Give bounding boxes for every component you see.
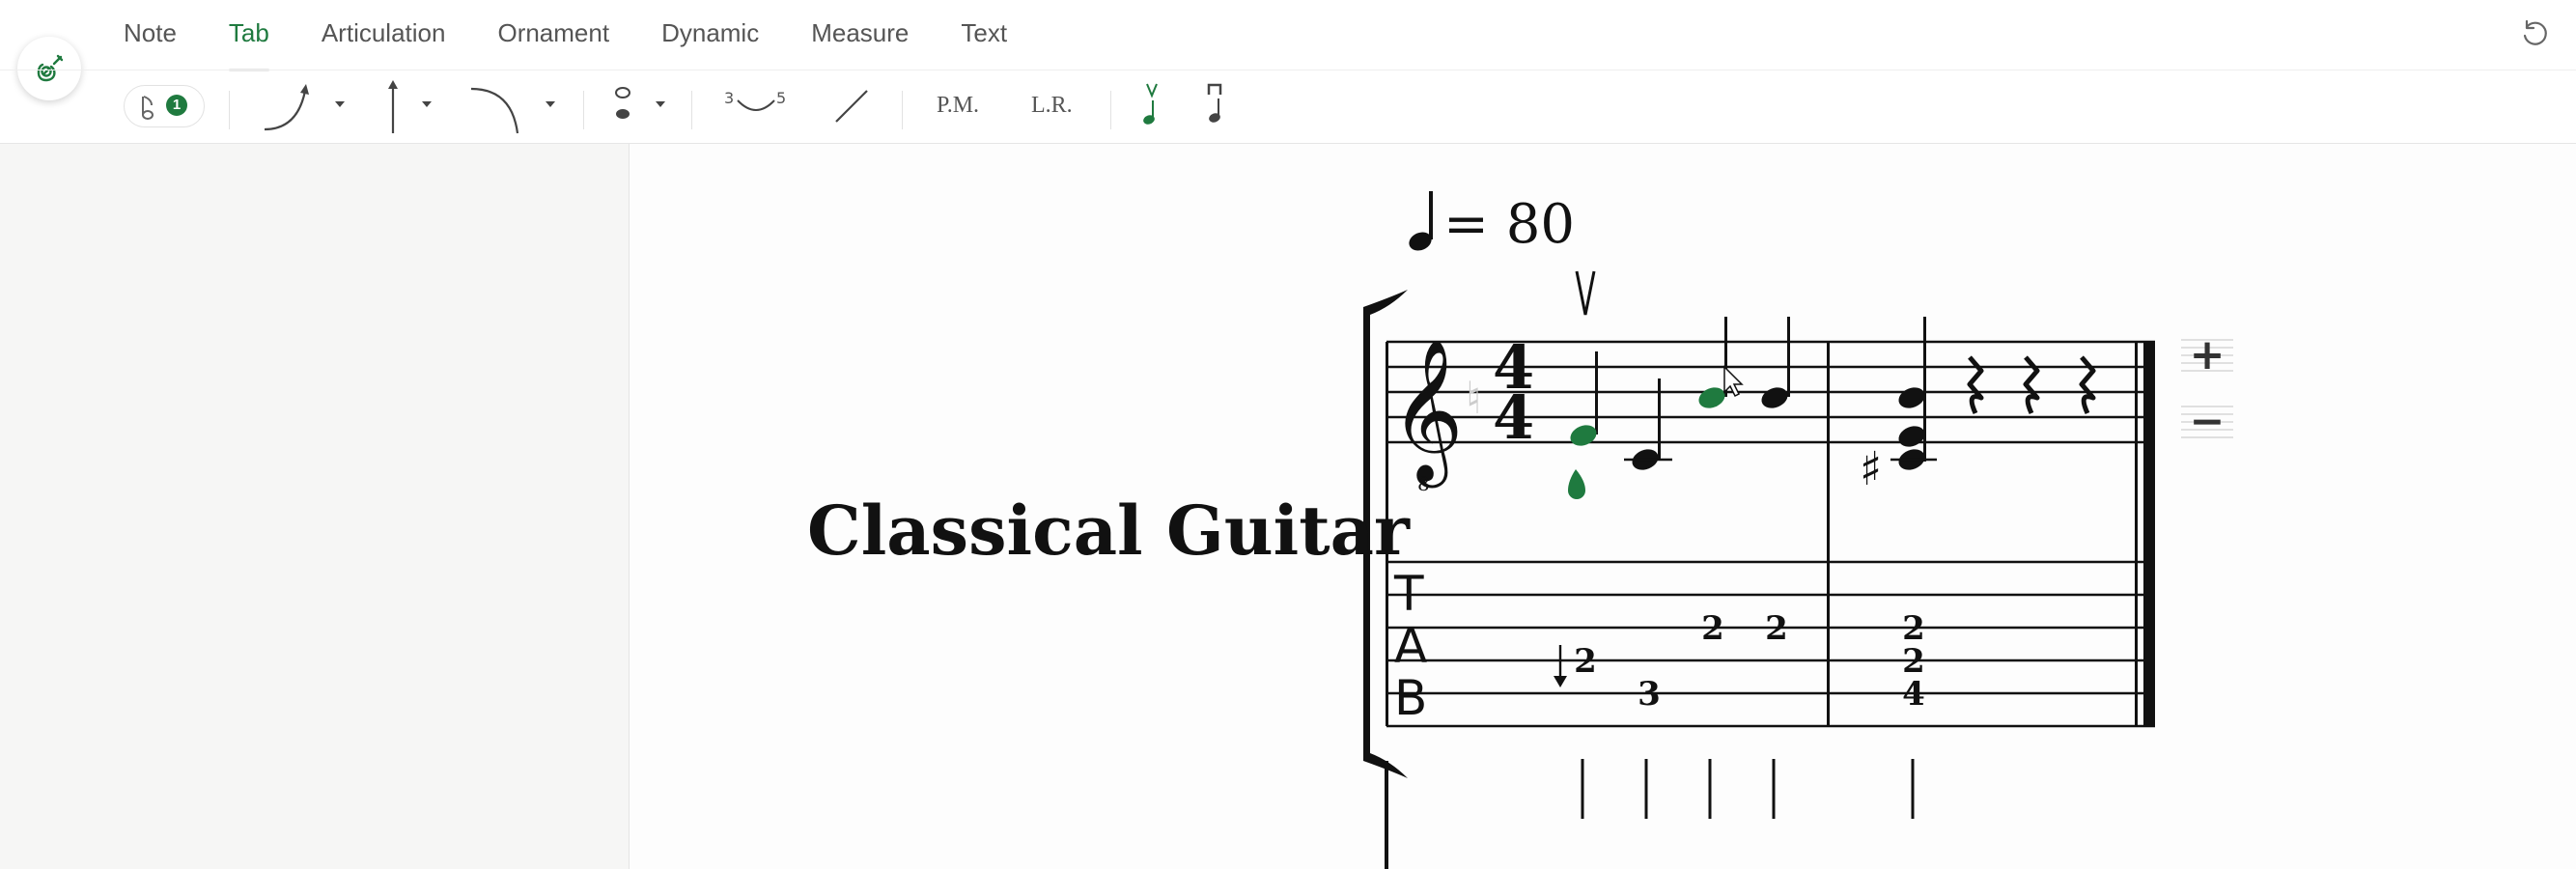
- tab-fret-m1-n2[interactable]: 3: [1638, 675, 1661, 714]
- measure-1-notes: [1568, 317, 1790, 499]
- tab-measure[interactable]: Measure: [811, 11, 909, 56]
- tab-fret-m1-n4[interactable]: 2: [1765, 609, 1788, 648]
- measure-2-chord: ♯: [1860, 317, 1937, 496]
- tab-clef: T A B: [1393, 566, 1427, 726]
- tab-text[interactable]: Text: [961, 11, 1007, 56]
- toolbar-separator: [1110, 91, 1111, 129]
- time-signature: 4 4: [1493, 332, 1534, 453]
- chevron-down-icon[interactable]: [653, 98, 668, 110]
- release-curve-icon[interactable]: [467, 79, 523, 137]
- add-staff-button[interactable]: +: [2179, 330, 2235, 379]
- clef-octave-mark: 8: [1417, 472, 1430, 495]
- harmonic-note-icon[interactable]: [610, 83, 635, 129]
- natural-icon: ♮: [1466, 372, 1481, 424]
- bend-icon[interactable]: [259, 77, 317, 135]
- voice-badge-number: 1: [172, 97, 182, 113]
- tempo-marking[interactable]: = 80: [1443, 193, 1575, 256]
- tab-tab[interactable]: Tab: [228, 11, 269, 71]
- toolbar-separator: [902, 91, 903, 129]
- curve-left-number: 3: [724, 89, 735, 107]
- tab-fret-m2-n3[interactable]: 4: [1902, 675, 1925, 714]
- arrow-up-icon[interactable]: [378, 77, 407, 137]
- upbow-mark-icon: [1575, 270, 1596, 316]
- tempo-note-icon: [1409, 191, 1433, 251]
- chevron-down-icon[interactable]: [543, 98, 558, 110]
- tab-dynamic[interactable]: Dynamic: [661, 11, 759, 56]
- voice-badge: 1: [166, 95, 187, 116]
- tab-fret-m1-n1[interactable]: 2: [1574, 642, 1597, 681]
- curve-right-number: 5: [776, 89, 787, 107]
- sharp-icon: ♯: [1860, 442, 1882, 496]
- remove-staff-button[interactable]: −: [2179, 397, 2235, 446]
- undo-icon[interactable]: [2518, 17, 2551, 50]
- voice-selector[interactable]: 1: [124, 85, 205, 127]
- tab-note[interactable]: Note: [124, 11, 177, 56]
- downstroke-icon[interactable]: [1203, 81, 1228, 131]
- chevron-down-icon[interactable]: [419, 98, 434, 110]
- upstroke-icon[interactable]: [1139, 81, 1164, 131]
- treble-clef-icon: 𝄞: [1390, 338, 1464, 488]
- toolbar-separator: [583, 91, 584, 129]
- instrument-name[interactable]: Classical Guitar: [807, 491, 1410, 571]
- tab-ornament[interactable]: Ornament: [497, 11, 609, 56]
- tab-toolbar: 1 3 5 P.M. L.R.: [0, 70, 2576, 143]
- toolbar-separator: [229, 91, 230, 129]
- slide-curve-button[interactable]: 3 5: [722, 87, 790, 126]
- slide-line-icon[interactable]: [832, 87, 871, 126]
- palm-mute-button[interactable]: P.M.: [937, 93, 979, 119]
- svg-text:4: 4: [1493, 382, 1534, 453]
- main-tabs: Note Tab Articulation Ornament Dynamic M…: [124, 0, 2479, 71]
- slide-curve-icon: [737, 99, 775, 111]
- tab-rhythm-stems: [1581, 759, 1915, 819]
- selection-marker-icon: [1568, 469, 1585, 499]
- strum-down-arrow-icon: [1554, 645, 1567, 687]
- tab-clef-t: T: [1393, 566, 1424, 622]
- top-bar: Note Tab Articulation Ornament Dynamic M…: [0, 0, 2576, 144]
- let-ring-button[interactable]: L.R.: [1031, 93, 1073, 119]
- tab-clef-b: B: [1394, 670, 1427, 726]
- add-staff-label: +: [2190, 334, 2226, 377]
- tab-fret-m1-n3[interactable]: 2: [1701, 609, 1724, 648]
- voice-note-icon: [142, 96, 154, 120]
- tab-clef-a: A: [1394, 618, 1427, 674]
- remove-staff-label: −: [2190, 401, 2226, 443]
- chevron-down-icon[interactable]: [332, 98, 348, 110]
- tab-articulation[interactable]: Articulation: [322, 11, 446, 56]
- quarter-rests: [1967, 355, 2096, 415]
- left-sidebar: [0, 144, 630, 869]
- toolbar-separator: [691, 91, 692, 129]
